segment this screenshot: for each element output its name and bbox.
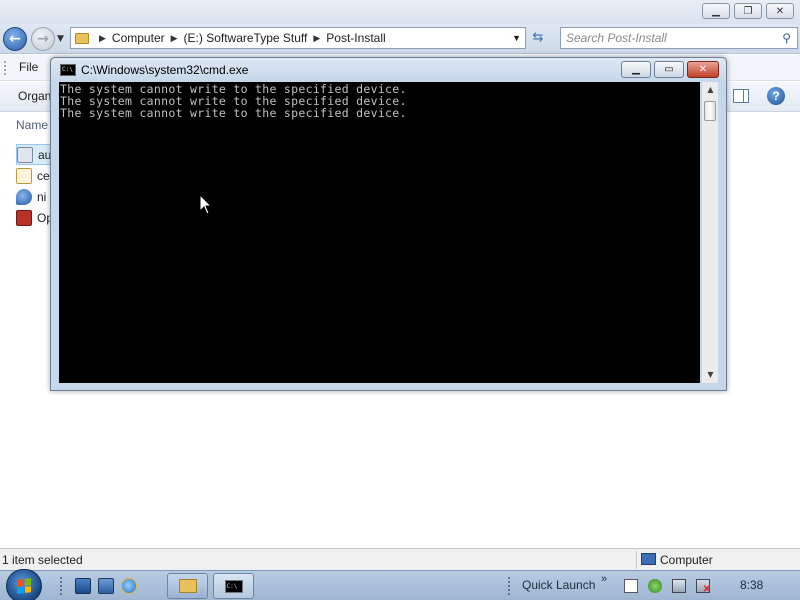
start-button[interactable] xyxy=(6,569,42,600)
document-icon[interactable] xyxy=(624,579,638,593)
breadcrumb-drive[interactable]: (E:) SoftwareType Stuff xyxy=(184,31,308,45)
chevron-right-icon[interactable]: ▶ xyxy=(313,33,320,44)
volume-muted-icon[interactable]: ✕ xyxy=(696,579,711,595)
grip-handle xyxy=(60,577,62,595)
address-row: ← → ▼ ▶ Computer ▶ (E:) SoftwareType Stu… xyxy=(0,24,800,54)
help-icon[interactable]: ? xyxy=(767,87,785,105)
search-input[interactable]: Search Post-Install ⚲ xyxy=(560,27,798,49)
taskbar: C:\ Quick Launch » ✕ 8:38 xyxy=(0,569,800,600)
breadcrumb-folder[interactable]: Post-Install xyxy=(326,31,385,45)
windows-logo-icon xyxy=(17,578,31,594)
file-name: ce xyxy=(37,168,50,183)
column-header-name[interactable]: Name xyxy=(16,118,48,132)
back-button[interactable]: ← xyxy=(3,27,27,51)
maximize-button[interactable]: ❐ xyxy=(734,3,762,19)
chevron-right-icon[interactable]: ▶ xyxy=(171,33,178,44)
refresh-icon[interactable]: ⇆ xyxy=(528,30,548,48)
blue-drop-icon xyxy=(16,188,32,205)
preview-pane-icon[interactable] xyxy=(733,89,749,103)
breadcrumb-computer[interactable]: Computer xyxy=(112,31,165,45)
window-title: C:\Windows\system32\cmd.exe xyxy=(81,63,249,77)
certificate-icon xyxy=(16,167,32,184)
cmd-window[interactable]: C:\ C:\Windows\system32\cmd.exe ▁ ▭ ✕ Th… xyxy=(50,57,727,391)
vertical-scrollbar[interactable]: ▲ ▼ xyxy=(701,82,718,383)
network-icon[interactable] xyxy=(672,579,686,593)
mouse-cursor-icon xyxy=(199,194,213,215)
scroll-down-icon[interactable]: ▼ xyxy=(702,367,719,383)
recent-pages-dropdown[interactable]: ▼ xyxy=(57,34,64,44)
console-icon[interactable]: C:\ xyxy=(60,64,76,76)
internet-explorer-icon[interactable] xyxy=(121,578,137,594)
red-package-icon xyxy=(16,209,32,226)
grip-handle xyxy=(508,577,510,595)
maximize-button[interactable]: ▭ xyxy=(654,61,684,78)
mute-x-icon: ✕ xyxy=(702,584,711,595)
switch-windows-icon[interactable] xyxy=(98,578,114,594)
grip-handle xyxy=(4,61,7,75)
chevron-down-icon[interactable]: ▼ xyxy=(512,33,521,43)
cmd-icon: C:\ xyxy=(224,579,243,593)
scroll-up-icon[interactable]: ▲ xyxy=(702,82,719,98)
quick-launch-label[interactable]: Quick Launch xyxy=(522,578,595,592)
organize-button[interactable]: Organ xyxy=(18,89,51,103)
folder-icon xyxy=(75,32,89,44)
search-icon[interactable]: ⚲ xyxy=(782,31,791,45)
scroll-thumb[interactable] xyxy=(704,101,716,121)
selection-status: 1 item selected xyxy=(2,553,83,567)
forward-button[interactable]: → xyxy=(31,27,55,51)
status-bar: 1 item selected Computer xyxy=(0,548,800,570)
taskbar-cmd-button[interactable]: C:\ xyxy=(213,573,254,599)
console-line: The system cannot write to the specified… xyxy=(60,106,407,120)
console-output[interactable]: The system cannot write to the specified… xyxy=(59,82,700,383)
menu-file[interactable]: File xyxy=(19,60,38,74)
show-desktop-icon[interactable] xyxy=(75,578,91,594)
setup-gear-icon xyxy=(17,146,33,163)
chevron-right-icon[interactable]: ▶ xyxy=(99,33,106,44)
close-button[interactable]: ✕ xyxy=(766,3,794,19)
cmd-titlebar[interactable]: C:\ C:\Windows\system32\cmd.exe ▁ ▭ ✕ xyxy=(51,58,726,82)
address-bar[interactable]: ▶ Computer ▶ (E:) SoftwareType Stuff ▶ P… xyxy=(70,27,526,49)
search-placeholder: Search Post-Install xyxy=(566,31,667,45)
divider xyxy=(636,551,637,569)
minimize-button[interactable]: ▁ xyxy=(621,61,651,78)
taskbar-explorer-button[interactable] xyxy=(167,573,208,599)
security-check-icon[interactable] xyxy=(648,579,662,593)
close-button[interactable]: ✕ xyxy=(687,61,719,78)
location-status: Computer xyxy=(660,553,713,567)
computer-icon xyxy=(641,553,656,565)
file-name: ni xyxy=(37,189,47,204)
minimize-button[interactable]: ▁ xyxy=(702,3,730,19)
explorer-titlebar: ▁ ❐ ✕ xyxy=(0,0,800,24)
chevron-right-icon[interactable]: » xyxy=(601,573,607,585)
folder-icon xyxy=(178,579,197,593)
clock[interactable]: 8:38 xyxy=(740,578,763,592)
